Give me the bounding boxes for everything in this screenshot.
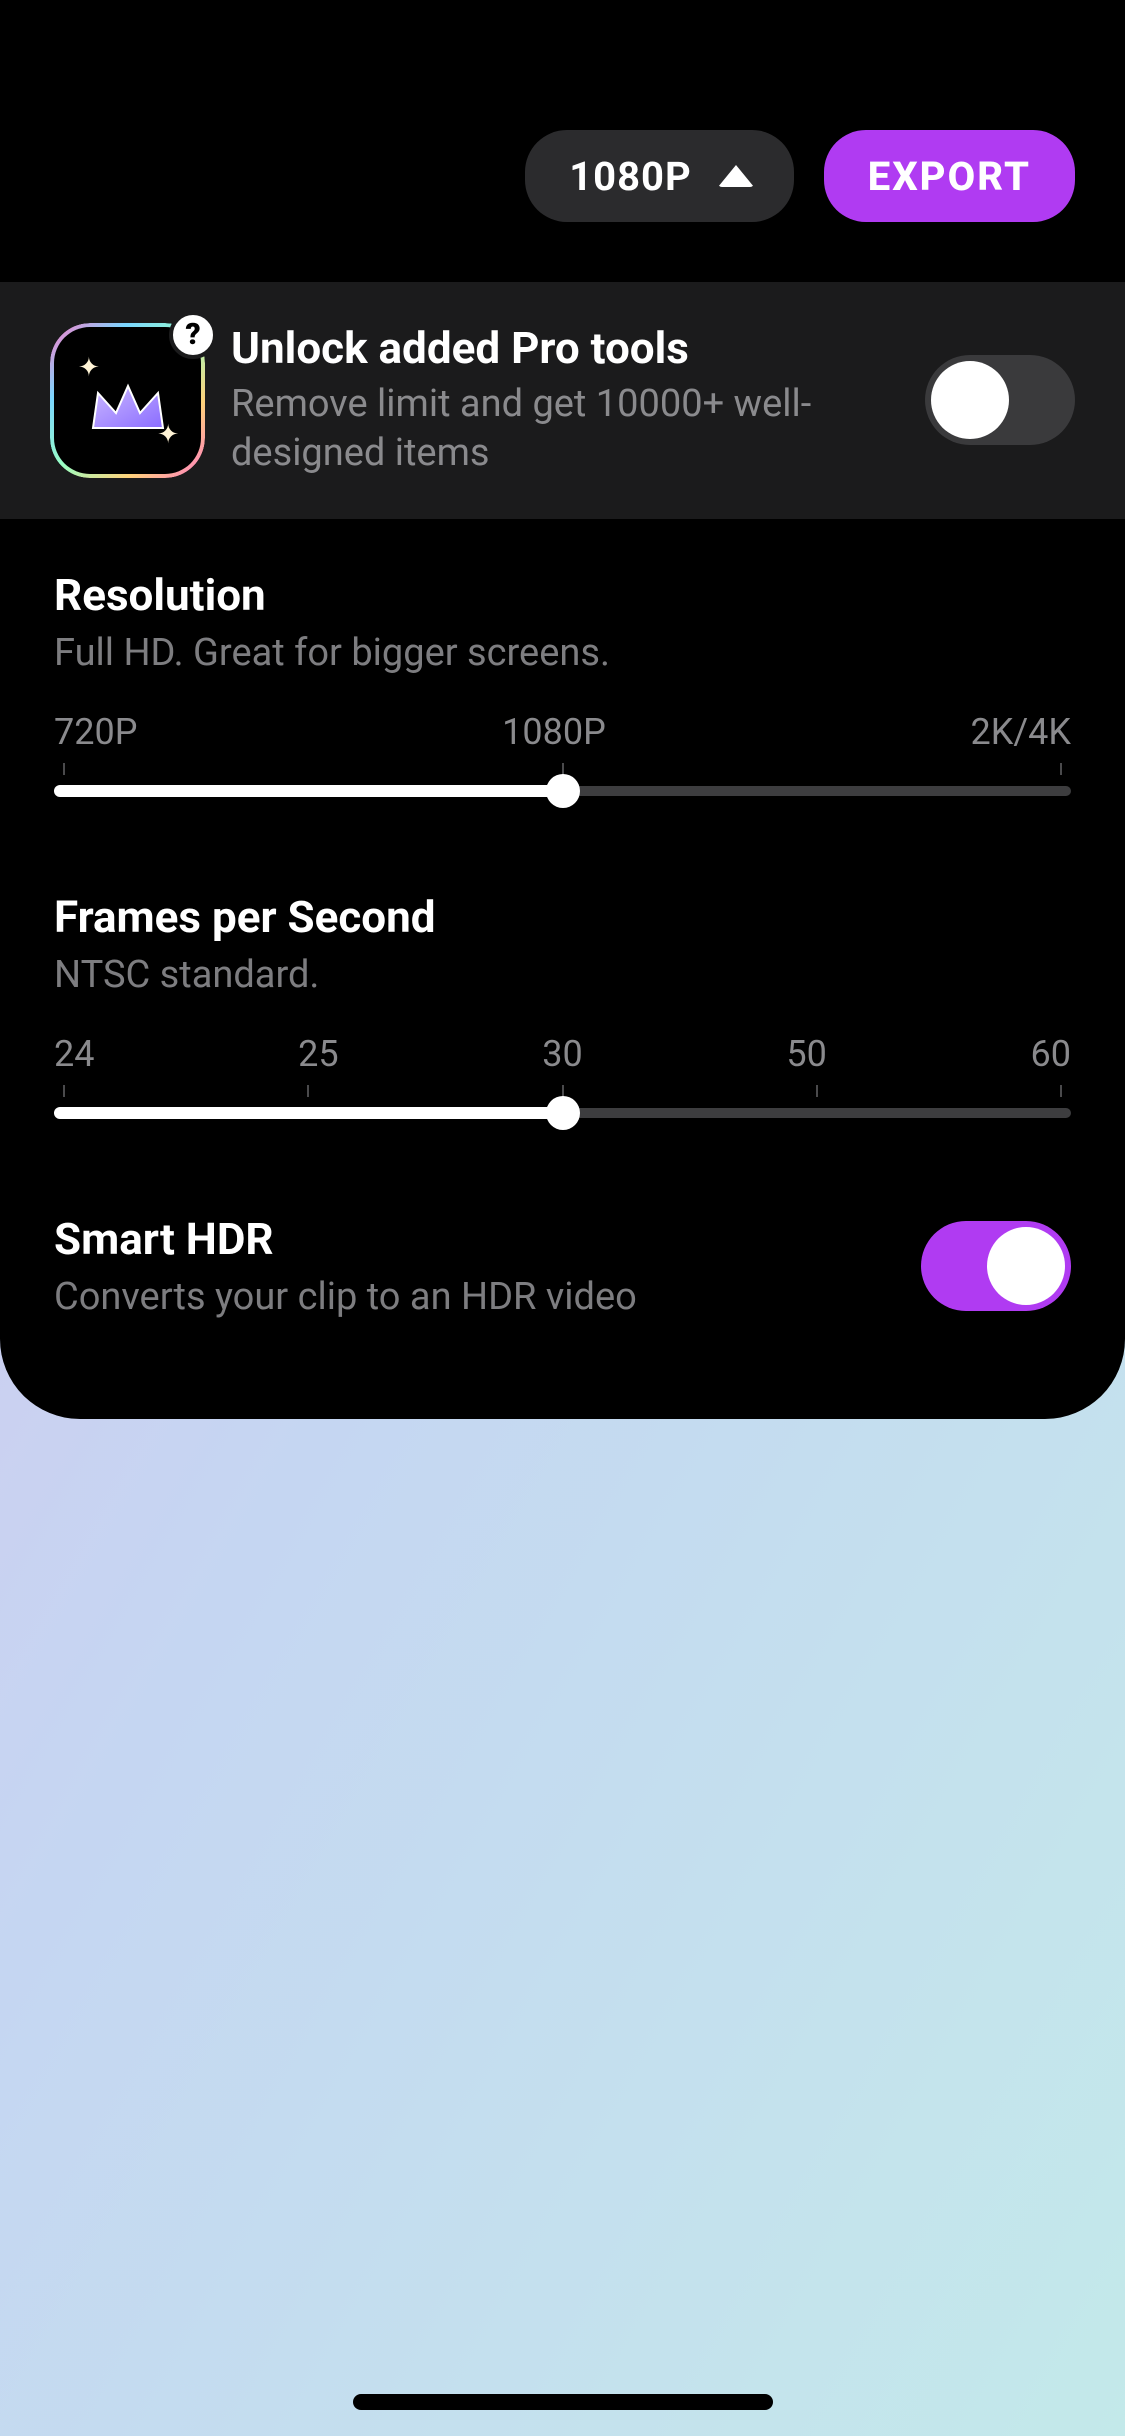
hdr-title: Smart HDR	[54, 1213, 921, 1265]
fps-section: Frames per Second NTSC standard. 24 25 3…	[0, 821, 1125, 1143]
resolution-option-0: 720P	[54, 711, 137, 753]
resolution-section: Resolution Full HD. Great for bigger scr…	[0, 519, 1125, 821]
fps-scale-labels: 24 25 30 50 60	[54, 1033, 1071, 1075]
export-settings-panel: 1080P EXPORT ✦ ✦	[0, 0, 1125, 1419]
fps-option-1: 25	[298, 1033, 338, 1075]
pro-toggle[interactable]	[925, 355, 1075, 445]
slider-fill	[54, 785, 563, 797]
help-badge-icon[interactable]: ?	[169, 311, 217, 359]
resolution-title: Resolution	[54, 569, 1071, 621]
crown-svg	[88, 378, 168, 438]
pro-icon-wrap: ✦ ✦ ?	[50, 323, 205, 478]
resolution-slider[interactable]	[54, 771, 1071, 811]
pro-subtitle: Remove limit and get 10000+ well-designe…	[231, 380, 899, 479]
hdr-subtitle: Converts your clip to an HDR video	[54, 1275, 921, 1319]
hdr-toggle[interactable]	[921, 1221, 1071, 1311]
resolution-scale-labels: 720P 1080P 2K/4K	[54, 711, 1071, 753]
toggle-knob	[987, 1227, 1065, 1305]
resolution-subtitle: Full HD. Great for bigger screens.	[54, 631, 1071, 675]
fps-option-0: 24	[54, 1033, 94, 1075]
resolution-dropdown[interactable]: 1080P	[525, 130, 794, 222]
hdr-section: Smart HDR Converts your clip to an HDR v…	[0, 1143, 1125, 1349]
export-button[interactable]: EXPORT	[824, 130, 1075, 222]
fps-subtitle: NTSC standard.	[54, 953, 1071, 997]
header: 1080P EXPORT	[0, 0, 1125, 282]
pro-text: Unlock added Pro tools Remove limit and …	[231, 322, 899, 479]
resolution-option-2: 2K/4K	[971, 711, 1072, 753]
home-indicator[interactable]	[353, 2394, 773, 2410]
slider-thumb[interactable]	[546, 1096, 580, 1130]
fps-option-2: 30	[542, 1033, 582, 1075]
pro-unlock-banner[interactable]: ✦ ✦ ? Unlock added Pro tools Remov	[0, 282, 1125, 519]
fps-title: Frames per Second	[54, 891, 1071, 943]
fps-option-4: 60	[1031, 1033, 1071, 1075]
caret-up-icon	[718, 165, 754, 187]
pro-title: Unlock added Pro tools	[231, 322, 899, 374]
hdr-text: Smart HDR Converts your clip to an HDR v…	[54, 1213, 921, 1319]
resolution-option-1: 1080P	[502, 711, 606, 753]
slider-fill	[54, 1107, 563, 1119]
resolution-current-label: 1080P	[569, 153, 692, 200]
toggle-knob	[931, 361, 1009, 439]
export-button-label: EXPORT	[868, 153, 1031, 200]
slider-thumb[interactable]	[546, 774, 580, 808]
fps-slider[interactable]	[54, 1093, 1071, 1133]
fps-option-3: 50	[786, 1033, 826, 1075]
